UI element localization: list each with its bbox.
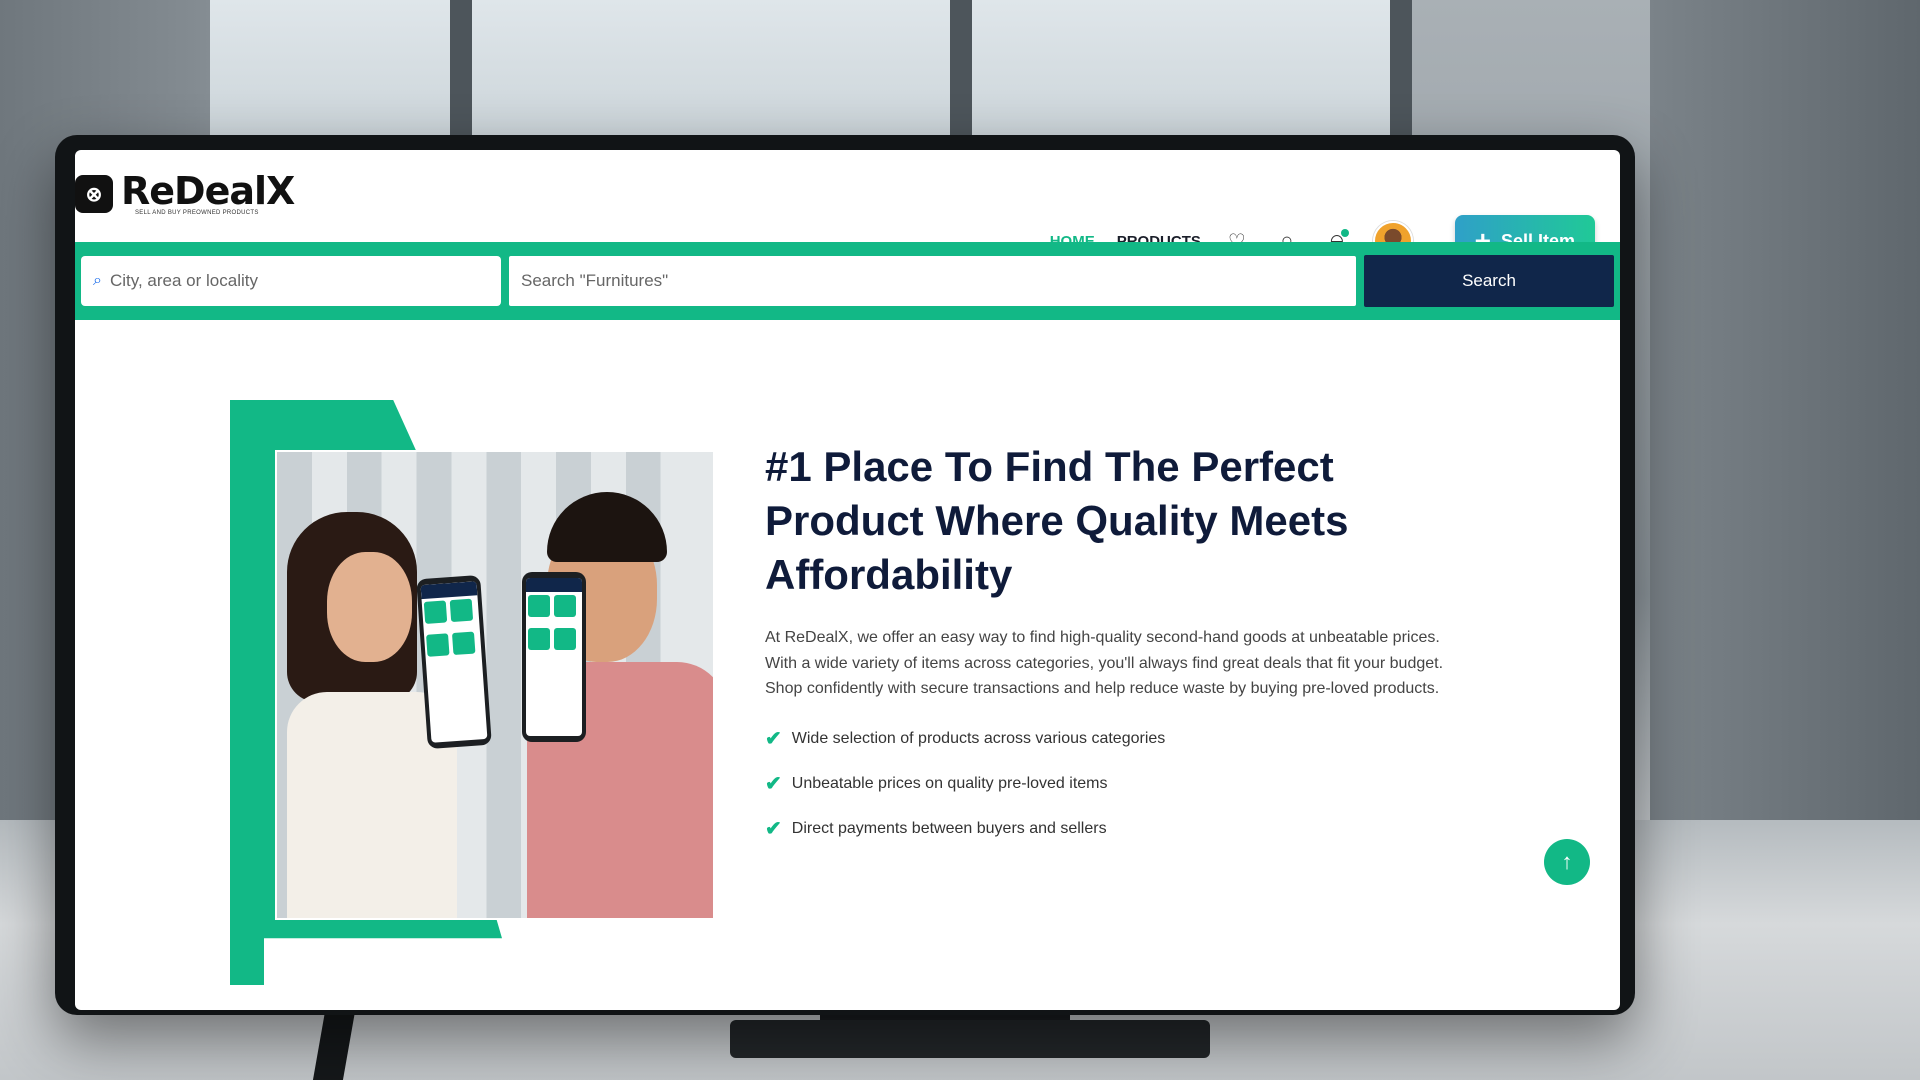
wall-right [1650, 0, 1920, 880]
feature-text: Unbeatable prices on quality pre-loved i… [791, 774, 1108, 792]
website-screen: ⊗ ReDealX SELL AND BUY PREOWNED PRODUCTS… [75, 150, 1620, 1010]
hero-content: #1 Place To Find The Perfect Product Whe… [765, 440, 1465, 861]
logo[interactable]: ⊗ ReDealX SELL AND BUY PREOWNED PRODUCTS [75, 169, 295, 216]
feature-text: Wide selection of products across variou… [791, 729, 1166, 747]
location-placeholder: City, area or locality [109, 271, 258, 290]
hero-description: At ReDealX, we offer an easy way to find… [765, 629, 1444, 698]
feature-item: ✔ Unbeatable prices on quality pre-loved… [765, 771, 1465, 796]
hero-image [275, 450, 715, 920]
brand-tagline: SELL AND BUY PREOWNED PRODUCTS [135, 210, 259, 216]
feature-list: ✔ Wide selection of products across vari… [765, 726, 1465, 841]
check-icon: ✔ [765, 728, 782, 751]
feature-item: ✔ Direct payments between buyers and sel… [765, 816, 1465, 841]
notification-dot [1340, 229, 1349, 237]
search-placeholder: Search "Furnitures" [521, 271, 669, 290]
site-header: ⊗ ReDealX SELL AND BUY PREOWNED PRODUCTS… [75, 150, 1620, 325]
feature-item: ✔ Wide selection of products across vari… [765, 726, 1465, 751]
tv-stand-base [730, 1020, 1210, 1058]
search-button[interactable]: Search [1364, 255, 1614, 307]
check-icon: ✔ [765, 773, 782, 796]
check-icon: ✔ [765, 818, 782, 841]
phone-mockup [522, 572, 586, 742]
search-bar: ⌕ City, area or locality Search "Furnitu… [75, 242, 1620, 320]
redealx-logo-icon: ⊗ [75, 175, 113, 213]
brand-name: ReDealX [121, 169, 295, 213]
phone-mockup [416, 574, 492, 750]
location-input[interactable]: ⌕ City, area or locality [81, 256, 501, 306]
search-icon: ⌕ [93, 272, 102, 289]
hero-title: #1 Place To Find The Perfect Product Whe… [765, 443, 1349, 598]
feature-text: Direct payments between buyers and selle… [791, 819, 1107, 837]
arrow-up-icon: ↑ [1561, 849, 1573, 874]
search-input[interactable]: Search "Furnitures" [509, 256, 1356, 306]
scroll-to-top-button[interactable]: ↑ [1544, 839, 1590, 885]
